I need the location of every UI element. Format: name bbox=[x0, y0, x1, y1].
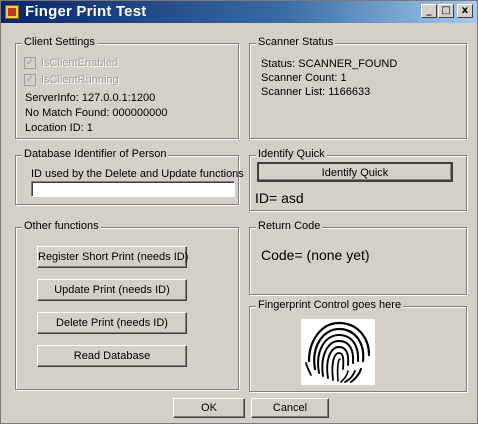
return-code-text: Code= (none yet) bbox=[261, 247, 370, 263]
id-field-label: ID used by the Delete and Update functio… bbox=[31, 168, 244, 180]
client-enabled-label: IsClientEnabled bbox=[41, 57, 119, 69]
scanner-list-text: Scanner List: 1166633 bbox=[261, 86, 371, 98]
identify-quick-button[interactable]: Identify Quick bbox=[257, 162, 453, 182]
other-functions-legend: Other functions bbox=[22, 220, 101, 232]
update-print-button[interactable]: Update Print (needs ID) bbox=[37, 279, 187, 301]
minimize-button[interactable]: _ bbox=[421, 4, 437, 18]
scanner-count-text: Scanner Count: 1 bbox=[261, 72, 347, 84]
fingerprint-icon bbox=[301, 319, 375, 385]
database-identifier-legend: Database Identifier of Person bbox=[22, 148, 169, 160]
register-short-print-button[interactable]: Register Short Print (needs ID) bbox=[37, 246, 188, 268]
title-bar[interactable]: Finger Print Test _ □ x bbox=[1, 1, 477, 23]
person-id-input[interactable] bbox=[31, 181, 235, 197]
no-match-found-text: No Match Found: 000000000 bbox=[25, 107, 168, 119]
read-database-button[interactable]: Read Database bbox=[37, 345, 187, 367]
client-settings-legend: Client Settings bbox=[22, 36, 97, 48]
scanner-status-text: Status: SCANNER_FOUND bbox=[261, 58, 398, 70]
delete-print-button[interactable]: Delete Print (needs ID) bbox=[37, 312, 187, 334]
close-button[interactable]: x bbox=[457, 4, 473, 18]
maximize-button[interactable]: □ bbox=[438, 4, 454, 18]
client-enabled-checkbox[interactable]: ✓ bbox=[24, 57, 36, 69]
database-identifier-group: Database Identifier of Person bbox=[15, 148, 239, 205]
fingerprint-control-legend: Fingerprint Control goes here bbox=[256, 299, 404, 311]
identify-result-text: ID= asd bbox=[255, 190, 304, 206]
window-title: Finger Print Test bbox=[25, 3, 147, 20]
return-code-legend: Return Code bbox=[256, 220, 323, 232]
client-running-label: IsClientRunning bbox=[41, 74, 119, 86]
app-icon bbox=[5, 5, 19, 19]
client-running-checkbox[interactable]: ✓ bbox=[24, 74, 36, 86]
main-window: Finger Print Test _ □ x Client Settings … bbox=[0, 0, 478, 424]
location-id-text: Location ID: 1 bbox=[25, 122, 93, 134]
scanner-status-legend: Scanner Status bbox=[256, 36, 336, 48]
identify-quick-legend: Identify Quick bbox=[256, 148, 327, 160]
server-info-text: ServerInfo: 127.0.0.1:1200 bbox=[25, 92, 156, 104]
cancel-button[interactable]: Cancel bbox=[251, 398, 329, 418]
ok-button[interactable]: OK bbox=[173, 398, 245, 418]
